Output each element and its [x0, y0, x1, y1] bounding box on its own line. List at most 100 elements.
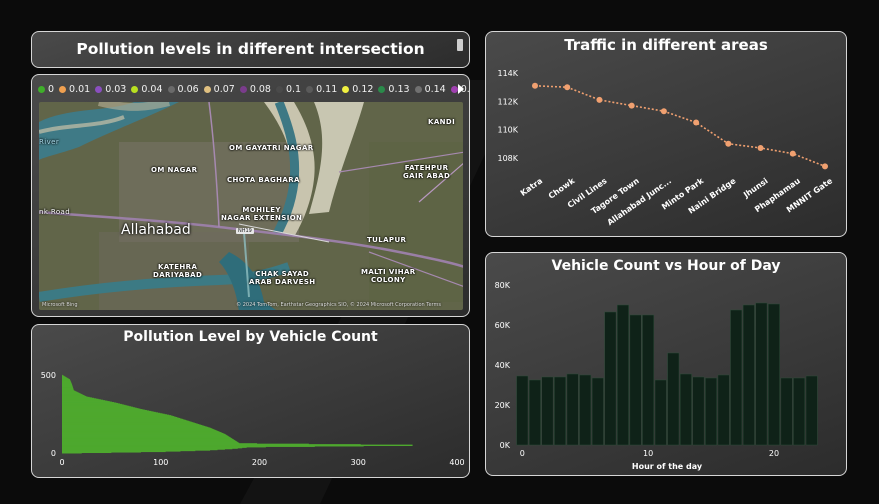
legend-dot-icon: [378, 85, 386, 93]
traffic-panel: Traffic in different areas 108K 110K 112K 1…: [485, 31, 847, 237]
legend-dot-icon: [95, 85, 103, 93]
satellite-map[interactable]: OM GAYATRI NAGAR KANDI OM NAGAR CHOTA BA…: [39, 102, 463, 310]
bar: [793, 377, 806, 446]
legend-dot-icon: [38, 85, 45, 93]
line-point: [693, 119, 700, 126]
x-tick-label: 300: [351, 458, 366, 467]
bar: [730, 309, 743, 446]
x-axis-label: Hour of the day: [632, 462, 703, 471]
bar: [629, 314, 642, 446]
pollution-chart[interactable]: 0 500 0 100 200 300 400: [32, 325, 470, 478]
line-point: [564, 84, 571, 91]
legend-dot-icon: [342, 85, 350, 93]
y-tick-label: 110K: [497, 126, 518, 135]
legend-dot-icon: [275, 85, 283, 93]
pollution-panel: Pollution Level by Vehicle Count 0 500 0 10…: [31, 324, 470, 478]
bar: [805, 375, 818, 446]
bar: [554, 376, 566, 446]
x-tick-label: 10: [643, 449, 653, 458]
line-point: [532, 82, 538, 89]
vehicle-chart[interactable]: 0K 20K 40K 60K 80K 0 10 20 Hour of the day: [486, 253, 847, 476]
legend-item[interactable]: 0: [38, 84, 54, 95]
map-place-label: FATEHPUR GAIR ABAD: [403, 164, 451, 180]
bar: [755, 302, 768, 446]
legend-label: 0.14: [424, 83, 446, 95]
line-series: [534, 84, 826, 168]
legend-dot-icon: [306, 85, 314, 93]
bar: [528, 379, 541, 446]
line-point: [822, 163, 828, 170]
legend-item[interactable]: 0.06: [167, 83, 199, 95]
legend-item[interactable]: 0.14: [414, 83, 446, 95]
map-place-label: CHAK SAYAD ARAB DARVESH: [249, 270, 316, 286]
y-tick-label: 20K: [495, 401, 511, 410]
legend-item[interactable]: 0.03: [95, 84, 126, 95]
legend-item[interactable]: 0.07: [203, 83, 235, 95]
map-place-label: nk Road: [39, 208, 71, 216]
bar: [642, 314, 655, 446]
legend-label: 0.07: [213, 83, 235, 95]
bar: [516, 375, 529, 446]
legend-label: 0.12: [352, 83, 374, 95]
x-tick-label: 20: [769, 449, 779, 458]
bar: [768, 303, 780, 446]
road-badge: NH19: [236, 228, 254, 234]
map-place-label: MOHILEY NAGAR EXTENSION: [221, 206, 303, 222]
bing-logo: Microsoft Bing: [42, 302, 78, 308]
title-panel: Pollution levels in different intersecti…: [31, 31, 470, 68]
x-tick-label: 200: [252, 458, 267, 467]
legend-dot-icon: [59, 85, 67, 93]
map-place-label: CHOTA BAGHARA: [227, 176, 300, 184]
y-tick-label: 80K: [495, 281, 511, 290]
x-tick-label: 100: [153, 458, 168, 467]
line-point: [628, 102, 635, 109]
map-place-label: MALTI VIHAR COLONY: [361, 268, 416, 284]
y-tick-label: 60K: [495, 321, 511, 330]
bar: [617, 304, 629, 446]
line-point: [660, 108, 667, 115]
vehicle-panel: Vehicle Count vs Hour of Day 0K 20K 40K 60K…: [485, 252, 847, 476]
legend-item[interactable]: 0.13: [378, 83, 410, 95]
map-place-label: KANDI: [428, 118, 456, 126]
legend-label: 0.04: [141, 83, 163, 95]
legend-label: 0.11: [316, 83, 338, 95]
legend-item[interactable]: 0.11: [306, 84, 337, 95]
map-place-label: River: [39, 138, 60, 146]
legend-item[interactable]: 0.04: [131, 83, 163, 95]
map-place-label: TULAPUR: [367, 236, 407, 244]
y-tick-label: 500: [41, 371, 56, 380]
bar: [541, 376, 554, 446]
scroll-indicator[interactable]: [457, 39, 463, 51]
legend-dot-icon: [167, 85, 175, 93]
bar: [604, 311, 617, 446]
legend-label: 0.01: [69, 83, 91, 95]
x-tick-label: Katra: [519, 176, 544, 198]
legend-item[interactable]: 0.01: [59, 84, 90, 95]
legend-dot-icon: [239, 85, 247, 93]
y-tick-label: 114K: [497, 69, 518, 78]
map-city-label: Allahabad: [121, 222, 191, 238]
page-title: Pollution levels in different intersecti…: [76, 40, 425, 58]
legend-label: 0.06: [177, 83, 199, 95]
y-tick-label: 108K: [497, 154, 518, 163]
map-place-label: OM NAGAR: [151, 166, 198, 174]
legend-item[interactable]: 0.08: [239, 83, 271, 95]
bar: [579, 374, 592, 446]
x-tick-label: 400: [449, 458, 464, 467]
legend-label: 0.08: [249, 83, 271, 95]
legend-dot-icon: [131, 85, 139, 93]
legend-label: 0.13: [388, 83, 410, 95]
traffic-chart[interactable]: 108K110K112K114KKatra ChowkCivil LinesTag…: [486, 32, 847, 237]
bar: [692, 376, 705, 446]
legend-dot-icon: [203, 85, 211, 93]
bar: [780, 377, 793, 446]
bar: [679, 373, 692, 446]
bar: [566, 373, 579, 446]
legend-next-button[interactable]: [458, 84, 464, 94]
legend-item[interactable]: 0.12: [342, 84, 373, 95]
x-tick-label: Jhunsi: [741, 176, 770, 200]
legend-dot-icon: [450, 85, 458, 93]
bar: [717, 374, 730, 446]
map-credit: © 2024 TomTom, Earthstar Geographics SIO…: [236, 302, 441, 308]
legend-item[interactable]: 0.1: [275, 84, 301, 95]
